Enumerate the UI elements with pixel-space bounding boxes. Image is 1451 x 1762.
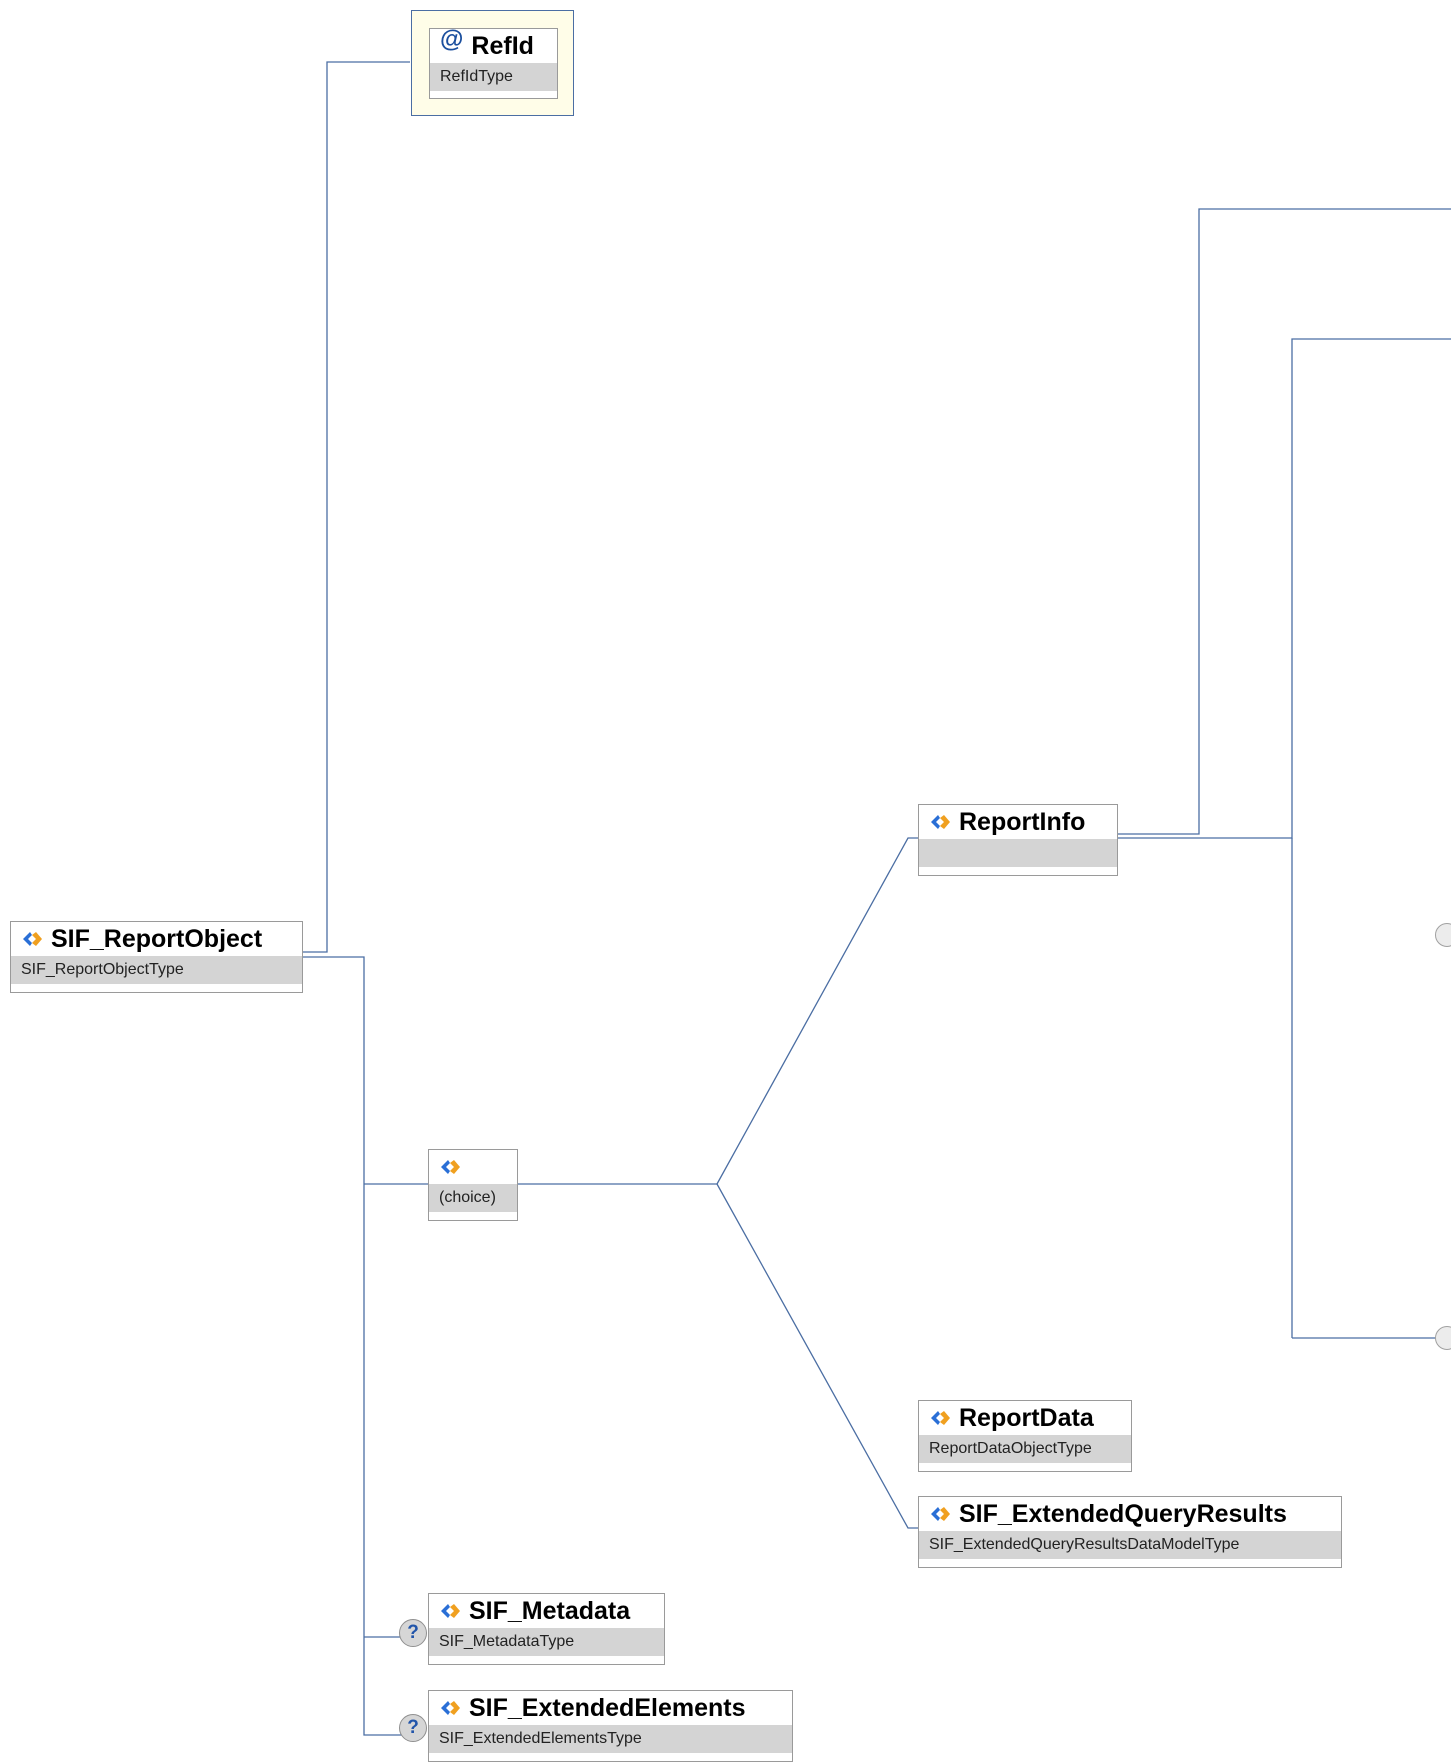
- node-name: SIF_ReportObject: [51, 924, 263, 953]
- choice-compositor-node[interactable]: (choice): [428, 1149, 518, 1221]
- node-name: ReportData: [959, 1403, 1094, 1432]
- connector-root-trunk: [270, 956, 410, 1736]
- node-type: (choice): [429, 1184, 517, 1212]
- metadata-element-node[interactable]: SIF_Metadata SIF_MetadataType: [428, 1593, 665, 1665]
- node-type: SIF_ExtendedElementsType: [429, 1725, 792, 1753]
- at-sign-icon: @: [440, 26, 464, 53]
- optional-question-mark-icon: ?: [399, 1619, 427, 1647]
- element-diamond-icon: [931, 1411, 950, 1425]
- element-diamond-icon: [931, 1507, 950, 1521]
- reportinfo-element-node[interactable]: ReportInfo: [918, 804, 1118, 876]
- node-type: RefIdType: [430, 63, 557, 91]
- element-diamond-icon: [441, 1160, 460, 1174]
- connector-reportinfo-child-b: [1118, 338, 1451, 839]
- connector-choice-extquery: [716, 1183, 918, 1529]
- optional-question-mark-icon: ?: [399, 1714, 427, 1742]
- node-type: SIF_ReportObjectType: [11, 956, 302, 984]
- element-diamond-icon: [441, 1604, 460, 1618]
- reportdata-element-node[interactable]: ReportData ReportDataObjectType: [918, 1400, 1132, 1472]
- node-type: ReportDataObjectType: [919, 1435, 1131, 1463]
- extended-elements-element-node[interactable]: SIF_ExtendedElements SIF_ExtendedElement…: [428, 1690, 793, 1762]
- element-diamond-icon: [441, 1701, 460, 1715]
- node-name: SIF_Metadata: [469, 1596, 631, 1625]
- node-name: SIF_ExtendedQueryResults: [959, 1499, 1287, 1528]
- node-name: SIF_ExtendedElements: [469, 1693, 746, 1722]
- connector-root-refid: [270, 61, 410, 953]
- node-name: RefId: [471, 31, 534, 60]
- node-type: [919, 839, 1117, 867]
- node-name: ReportInfo: [959, 807, 1086, 836]
- refid-attribute-frame: @ RefId RefIdType: [411, 10, 574, 116]
- node-type: SIF_MetadataType: [429, 1628, 664, 1656]
- element-diamond-icon: [931, 815, 950, 829]
- connector-lines: [270, 61, 1451, 1736]
- node-type: SIF_ExtendedQueryResultsDataModelType: [919, 1531, 1341, 1559]
- connector-choice-reportinfo: [716, 837, 918, 1185]
- connector-reportinfo-child-a: [1118, 208, 1451, 835]
- extended-query-results-element-node[interactable]: SIF_ExtendedQueryResults SIF_ExtendedQue…: [918, 1496, 1342, 1568]
- refid-attribute-node[interactable]: @ RefId RefIdType: [429, 26, 558, 99]
- element-diamond-icon: [23, 932, 42, 946]
- root-element-node[interactable]: SIF_ReportObject SIF_ReportObjectType: [10, 921, 303, 993]
